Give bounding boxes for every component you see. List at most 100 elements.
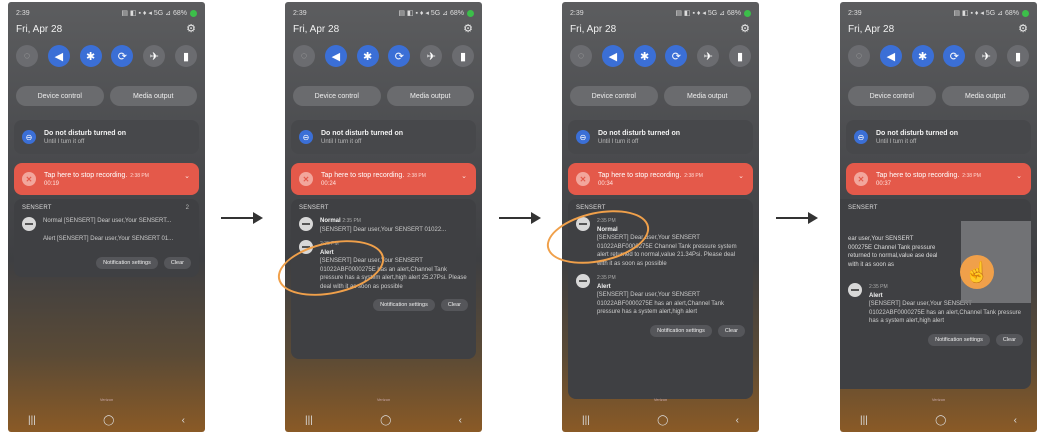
status-time: 2:39 [848, 9, 862, 17]
flashlight-icon[interactable]: ▮ [451, 45, 474, 67]
chevron-down-icon[interactable]: ⌄ [461, 172, 467, 180]
recent-apps-button[interactable]: ||| [28, 415, 36, 426]
chevron-down-icon[interactable]: ⌄ [738, 172, 744, 180]
recording-elapsed: 00:34 [598, 180, 614, 187]
notification-settings-button[interactable]: Notification settings [928, 333, 990, 346]
device-control-button[interactable]: Device control [293, 86, 381, 106]
flashlight-icon[interactable]: ▮ [1006, 45, 1029, 67]
recent-apps-button[interactable]: ||| [860, 415, 868, 426]
status-time: 2:39 [570, 9, 584, 17]
bluetooth-icon[interactable]: ✱ [911, 45, 934, 67]
dnd-notification[interactable]: ⊖ Do not disturb turned on Until I turn i… [568, 120, 753, 154]
gear-icon[interactable]: ⚙ [186, 22, 196, 35]
gear-icon[interactable]: ⚙ [740, 22, 750, 35]
home-button[interactable]: ◯ [103, 415, 114, 426]
status-icons: ▤ ◧ ▪ ♦ ◂ 5G ⊿ 68% [398, 10, 464, 17]
back-button[interactable]: ‹ [1014, 415, 1017, 426]
sync-icon[interactable]: ⟳ [665, 45, 688, 67]
clear-button[interactable]: Clear [717, 324, 745, 337]
sensert-notification-group[interactable]: SENSERT ear user,Your SENSERT 000275E Ch… [840, 199, 1031, 389]
flashlight-icon[interactable]: ▮ [174, 45, 197, 67]
wifi-icon[interactable]: ◌ [293, 45, 315, 67]
dnd-icon: ⊖ [299, 130, 313, 144]
notification-settings-button[interactable]: Notification settings [373, 299, 435, 311]
battery-icon [190, 9, 197, 17]
sync-icon[interactable]: ⟳ [111, 45, 134, 67]
home-button[interactable]: ◯ [935, 415, 946, 426]
notification-settings-button[interactable]: Notification settings [650, 324, 712, 337]
media-output-button[interactable]: Media output [386, 86, 474, 106]
flashlight-icon[interactable]: ▮ [728, 45, 751, 67]
list-item[interactable]: 2:35 PM Alert [SENSERT] Dear user,Your SEN… [576, 274, 745, 317]
mute-icon[interactable]: ◀ [47, 45, 70, 67]
list-item[interactable]: Normal [SENSERT] Dear user,Your SENSERT.… [22, 217, 191, 231]
media-output-button[interactable]: Media output [941, 86, 1029, 106]
airplane-icon[interactable]: ✈ [975, 45, 998, 67]
back-button[interactable]: ‹ [182, 415, 185, 426]
minus-circle-icon [22, 217, 36, 231]
dnd-subtitle: Until I turn it off [598, 138, 639, 145]
mute-icon[interactable]: ◀ [324, 45, 347, 67]
device-control-button[interactable]: Device control [848, 86, 936, 106]
quick-settings: ◌ ◀ ✱ ⟳ ✈ ▮ [16, 45, 197, 67]
bluetooth-icon[interactable]: ✱ [633, 45, 656, 67]
recording-notification[interactable]: ✕ Tap here to stop recording. 2:38 PM 00:3… [568, 163, 753, 195]
status-icons: ▤ ◧ ▪ ♦ ◂ 5G ⊿ 68% [953, 10, 1019, 17]
dnd-title: Do not disturb turned on [598, 129, 681, 137]
airplane-icon[interactable]: ✈ [143, 45, 166, 67]
bluetooth-icon[interactable]: ✱ [356, 45, 379, 67]
app-name: SENSERT [299, 205, 329, 211]
wifi-icon[interactable]: ◌ [848, 45, 870, 67]
dnd-icon: ⊖ [854, 130, 868, 144]
battery-icon [744, 9, 751, 17]
wifi-icon[interactable]: ◌ [570, 45, 592, 67]
back-button[interactable]: ‹ [459, 415, 462, 426]
recent-apps-button[interactable]: ||| [305, 415, 313, 426]
dnd-notification[interactable]: ⊖ Do not disturb turned on Until I turn i… [846, 120, 1031, 154]
gear-icon[interactable]: ⚙ [463, 22, 473, 35]
home-button[interactable]: ◯ [657, 415, 668, 426]
list-item[interactable]: Normal 2:35 PM [SENSERT] Dear user,Your S… [299, 217, 468, 234]
status-bar: 2:39 ▤ ◧ ▪ ♦ ◂ 5G ⊿ 68% [848, 8, 1029, 18]
app-name: SENSERT [848, 205, 878, 211]
recording-notification[interactable]: ✕ Tap here to stop recording. 2:38 PM 00:1… [14, 163, 199, 195]
recording-notification[interactable]: ✕ Tap here to stop recording. 2:38 PM 00:3… [846, 163, 1031, 195]
wifi-icon[interactable]: ◌ [16, 45, 38, 67]
list-item[interactable]: Alert [SENSERT] Dear user,Your SENSERT 0… [22, 235, 191, 249]
device-control-button[interactable]: Device control [16, 86, 104, 106]
battery-icon [1022, 9, 1029, 17]
clear-button[interactable]: Clear [440, 299, 468, 311]
chevron-down-icon[interactable]: ⌄ [1016, 172, 1022, 180]
media-output-button[interactable]: Media output [663, 86, 751, 106]
dnd-notification[interactable]: ⊖ Do not disturb turned on Until I turn i… [14, 120, 199, 154]
mute-icon[interactable]: ◀ [879, 45, 902, 67]
status-time: 2:39 [16, 9, 30, 17]
nav-bar: ||| ◯ ‹ [305, 415, 462, 426]
dnd-subtitle: Until I turn it off [44, 138, 85, 145]
mute-icon[interactable]: ◀ [601, 45, 624, 67]
home-button[interactable]: ◯ [380, 415, 391, 426]
recording-notification[interactable]: ✕ Tap here to stop recording. 2:38 PM 00:2… [291, 163, 476, 195]
bluetooth-icon[interactable]: ✱ [79, 45, 102, 67]
airplane-icon[interactable]: ✈ [420, 45, 443, 67]
dnd-notification[interactable]: ⊖ Do not disturb turned on Until I turn i… [291, 120, 476, 154]
clear-button[interactable]: Clear [995, 333, 1023, 346]
recent-apps-button[interactable]: ||| [582, 415, 590, 426]
sync-icon[interactable]: ⟳ [388, 45, 411, 67]
swiped-notification-text[interactable]: ear user,Your SENSERT 000275E Channel Ta… [848, 235, 938, 269]
arrow-icon [221, 212, 263, 224]
sync-icon[interactable]: ⟳ [943, 45, 966, 67]
notification-alert-summary: Alert [SENSERT] Dear user,Your SENSERT 0… [43, 236, 174, 242]
airplane-icon[interactable]: ✈ [697, 45, 720, 67]
media-output-button[interactable]: Media output [109, 86, 197, 106]
sensert-notification-group[interactable]: SENSERT 2 Normal [SENSERT] Dear user,You… [14, 199, 199, 277]
chevron-down-icon[interactable]: ⌄ [184, 172, 190, 180]
gear-icon[interactable]: ⚙ [1018, 22, 1028, 35]
notification-normal-text: [SENSERT] Dear user,Your SENSERT 01022..… [320, 226, 447, 233]
back-button[interactable]: ‹ [736, 415, 739, 426]
clear-button[interactable]: Clear [163, 257, 191, 269]
nav-bar: ||| ◯ ‹ [860, 415, 1017, 426]
device-control-button[interactable]: Device control [570, 86, 658, 106]
recording-elapsed: 00:24 [321, 180, 337, 187]
notification-settings-button[interactable]: Notification settings [96, 257, 158, 269]
